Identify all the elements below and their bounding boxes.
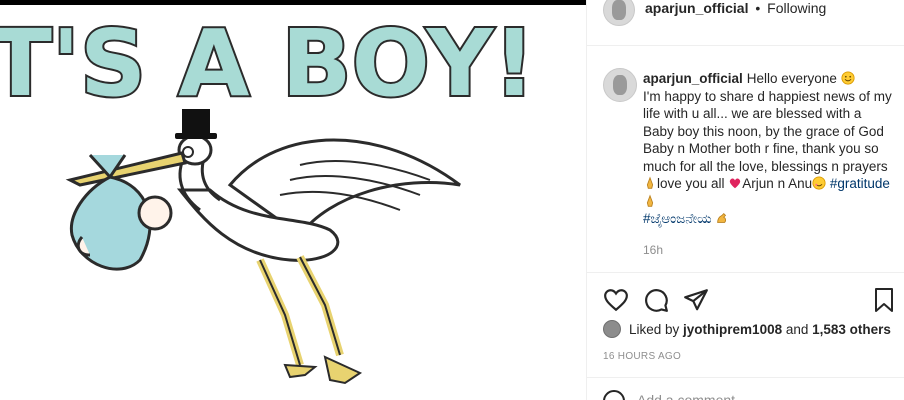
caption-username[interactable]: aparjun_official <box>643 71 743 86</box>
post-date[interactable]: 16 HOURS AGO <box>603 351 681 362</box>
stork-beak <box>65 151 187 187</box>
header-separator: • <box>755 0 761 16</box>
folded-hands-icon <box>646 194 654 207</box>
its-a-boy-illustration: IT'S A BOY! <box>0 8 537 385</box>
caption-text: aparjun_official Hello everyone I'm happy… <box>643 70 893 228</box>
header-text: aparjun_official • Following <box>645 0 826 16</box>
likes-middle: and <box>782 322 813 337</box>
header-username[interactable]: aparjun_official <box>645 0 748 16</box>
caption-body: I'm happy to share d happiest news of my… <box>643 88 892 174</box>
top-hat <box>182 109 210 137</box>
liker-avatar[interactable] <box>603 320 621 338</box>
baby-face <box>137 195 173 231</box>
avatar[interactable] <box>603 0 635 26</box>
caption-relative-time[interactable]: 16h <box>643 243 663 257</box>
heart-icon[interactable] <box>603 287 629 313</box>
caption-avatar[interactable] <box>603 68 637 102</box>
hashtag-gratitude[interactable]: #gratitude <box>830 176 890 191</box>
liker-username[interactable]: jyothiprem1008 <box>683 322 782 337</box>
post-caption: aparjun_official Hello everyone I'm happy… <box>587 60 904 272</box>
share-icon[interactable] <box>683 287 709 313</box>
comment-bar <box>587 377 904 400</box>
post-side-panel: aparjun_official • Following aparjun_off… <box>586 0 904 400</box>
post-header: aparjun_official • Following <box>587 0 904 46</box>
flexed-biceps-icon <box>717 213 727 223</box>
bookmark-icon[interactable] <box>873 287 895 313</box>
following-button[interactable]: Following <box>767 0 826 16</box>
red-heart-icon <box>730 178 741 189</box>
caption-signature: Arjun n Anu <box>742 176 813 191</box>
comment-icon[interactable] <box>643 287 669 313</box>
comment-input[interactable] <box>637 392 877 400</box>
likes-count[interactable]: 1,583 others <box>812 322 891 337</box>
likes-summary: Liked by jyothiprem1008 and 1,583 others <box>603 320 903 340</box>
folded-hands-icon <box>646 176 654 189</box>
caption-love-you: love you all <box>657 176 729 191</box>
caption-line1: Hello everyone <box>746 71 841 86</box>
likes-prefix: Liked by <box>629 322 684 337</box>
likes-text: Liked by jyothiprem1008 and 1,583 others <box>629 322 891 337</box>
headline-text: IT'S A BOY! <box>0 10 535 117</box>
smiling-face-with-hearts-icon <box>812 176 826 190</box>
emoji-picker-icon[interactable] <box>603 390 625 400</box>
post-actions: Liked by jyothiprem1008 and 1,583 others… <box>587 272 904 400</box>
hashtag-jai-anjaneya[interactable]: #ಜೈಆಂಜನೇಯ <box>643 211 712 226</box>
post-image[interactable]: IT'S A BOY! <box>0 5 586 400</box>
smiling-face-icon <box>841 71 855 85</box>
